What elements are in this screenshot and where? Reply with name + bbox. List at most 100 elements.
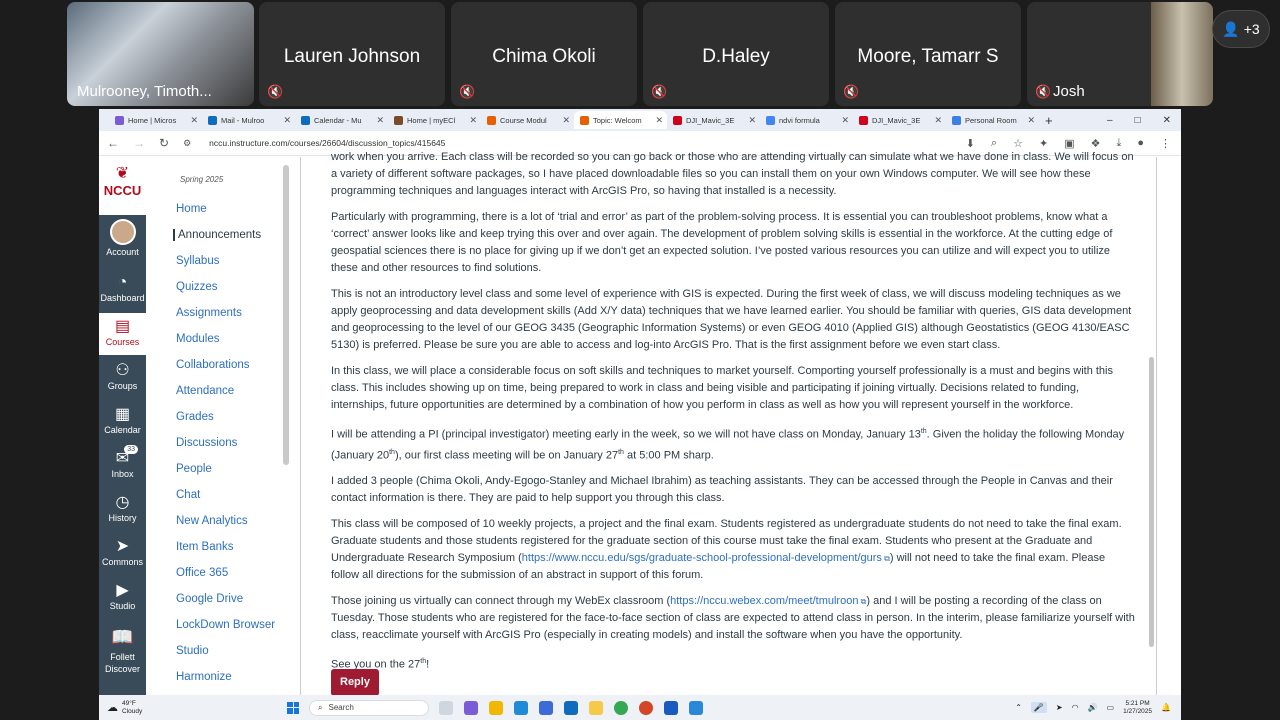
close-icon[interactable]: ✕ [1163,115,1171,126]
more-participants-button[interactable]: 👤 +3 [1212,10,1270,48]
wallet-icon[interactable]: ▣ [1064,137,1074,150]
tab-close-icon[interactable]: ✕ [562,115,570,126]
course-nav-item-people[interactable]: People [176,463,212,475]
browser-tab[interactable]: Topic: Welcom ✕ [574,111,667,129]
nav-calendar[interactable]: ▦ Calendar [99,405,146,435]
course-nav-item-office-365[interactable]: Office 365 [176,567,228,579]
nav-groups[interactable]: ⚇ Groups [99,361,146,391]
edge-icon[interactable] [514,700,528,715]
install-icon[interactable]: ⬇ [966,137,975,150]
download-icon[interactable]: ⤓ [1116,137,1121,150]
battery-icon[interactable]: ▭ [1107,703,1115,712]
tab-close-icon[interactable]: ✕ [190,115,198,126]
site-info-icon[interactable]: ⚙ [183,138,191,149]
nav-inbox[interactable]: ✉ 33 Inbox [99,445,146,479]
tab-close-icon[interactable]: ✕ [748,115,756,126]
store-icon[interactable] [539,700,553,715]
course-nav-item-attendance[interactable]: Attendance [176,385,234,397]
new-tab-button[interactable]: + [1045,113,1053,128]
chevron-up-icon[interactable]: ⌃ [1015,703,1022,712]
puzzle-icon[interactable]: ❖ [1091,137,1101,150]
tab-close-icon[interactable]: ✕ [283,115,291,126]
reload-icon[interactable]: ↻ [159,136,169,150]
outlook-icon[interactable] [564,700,578,715]
course-nav-item-harmonize[interactable]: Harmonize [176,671,232,683]
course-nav-item-new-analytics[interactable]: New Analytics [176,515,248,527]
bookmark-star-icon[interactable]: ☆ [1013,137,1023,150]
back-icon[interactable]: ← [107,136,119,150]
reply-button[interactable]: Reply [331,669,379,696]
clock[interactable]: 5:21 PM 1/27/2025 [1123,700,1152,716]
browser-tab[interactable]: Home | Micros ✕ [109,111,202,129]
tab-close-icon[interactable]: ✕ [655,115,663,126]
nav-studio[interactable]: ▶ Studio [99,581,146,611]
course-nav-item-grades[interactable]: Grades [176,411,214,423]
file-explorer-icon[interactable] [489,700,503,715]
course-nav-item-item-banks[interactable]: Item Banks [176,541,234,553]
extension-icon[interactable]: ✦ [1039,137,1048,150]
participant-tile[interactable]: 🔇 Josh [1027,2,1213,106]
nav-history[interactable]: ◷ History [99,493,146,523]
browser-tab[interactable]: Home | myECl ✕ [388,111,481,129]
wifi-icon[interactable]: ◠ [1072,703,1079,712]
browser-tab[interactable]: ndvi formula ✕ [760,111,853,129]
nav-commons[interactable]: ➤ Commons [99,537,146,567]
participant-tile[interactable]: Mulrooney, Timoth... [67,2,254,106]
course-nav-item-lockdown-browser[interactable]: LockDown Browser [176,619,275,631]
tab-close-icon[interactable]: ✕ [376,115,384,126]
minimize-icon[interactable]: – [1107,115,1113,126]
browser-tab[interactable]: Personal Room ✕ [946,111,1039,129]
menu-icon[interactable]: ⋮ [1160,137,1171,150]
profile-icon[interactable]: ● [1137,137,1144,150]
speaker-icon[interactable]: 🔊 [1088,703,1098,712]
content-scrollbar[interactable] [1149,357,1154,647]
nav-courses[interactable]: ▤ Courses [99,313,146,355]
powerpoint-icon[interactable] [639,700,653,715]
course-nav-item-modules[interactable]: Modules [176,333,219,345]
course-nav-scrollbar[interactable] [283,165,289,465]
browser-tab[interactable]: DJI_Mavic_3E ✕ [667,111,760,129]
nccu-logo[interactable]: ❦ NCCU [99,157,146,215]
participant-tile[interactable]: Moore, Tamarr S 🔇 [835,2,1021,106]
forward-icon[interactable]: → [133,136,145,150]
course-nav-item-syllabus[interactable]: Syllabus [176,255,219,267]
tab-close-icon[interactable]: ✕ [1027,115,1035,126]
word-icon[interactable] [664,700,678,715]
send-icon[interactable]: ➤ [1056,703,1063,712]
tab-close-icon[interactable]: ✕ [934,115,942,126]
task-view-icon[interactable] [439,700,453,715]
course-nav-item-announcements[interactable]: Announcements [173,229,261,241]
nav-follett[interactable]: 📖 Follett Discover [99,627,146,675]
browser-tab[interactable]: Mail - Mulroo ✕ [202,111,295,129]
weather-widget[interactable]: ☁ 49°F Cloudy ⌕ Search [99,699,429,716]
participant-tile[interactable]: D.Haley 🔇 [643,2,829,106]
participant-tile[interactable]: Lauren Johnson 🔇 [259,2,445,106]
sticky-notes-icon[interactable] [589,700,603,715]
microphone-icon[interactable]: 🎤 [1030,702,1047,713]
webex-icon[interactable] [689,700,703,715]
course-nav-item-collaborations[interactable]: Collaborations [176,359,250,371]
browser-tab[interactable]: DJI_Mavic_3E ✕ [853,111,946,129]
nav-dashboard[interactable]: ◔ Dashboard [99,273,146,303]
nav-account[interactable]: Account [99,219,146,257]
browser-tab[interactable]: Calendar - Mu ✕ [295,111,388,129]
copilot-icon[interactable] [464,700,478,715]
tab-close-icon[interactable]: ✕ [469,115,477,126]
start-icon[interactable] [287,701,299,714]
webex-link[interactable]: https://nccu.webex.com/meet/tmulroon [670,595,858,607]
course-nav-item-chat[interactable]: Chat [176,489,200,501]
course-nav-item-assignments[interactable]: Assignments [176,307,242,319]
course-nav-item-studio[interactable]: Studio [176,645,209,657]
tab-close-icon[interactable]: ✕ [841,115,849,126]
chrome-icon[interactable] [614,700,628,715]
course-nav-item-quizzes[interactable]: Quizzes [176,281,218,293]
symposium-link[interactable]: https://www.nccu.edu/sgs/graduate-school… [522,552,882,564]
zoom-icon[interactable]: ⌕ [991,137,997,150]
participant-tile[interactable]: Chima Okoli 🔇 [451,2,637,106]
taskbar-search[interactable]: ⌕ Search [309,699,429,716]
course-nav-item-discussions[interactable]: Discussions [176,437,237,449]
course-nav-item-google-drive[interactable]: Google Drive [176,593,243,605]
maximize-icon[interactable]: □ [1135,115,1141,126]
address-bar[interactable]: nccu.instructure.com/courses/26604/discu… [209,138,445,148]
notification-icon[interactable]: 🔔 [1161,703,1171,712]
